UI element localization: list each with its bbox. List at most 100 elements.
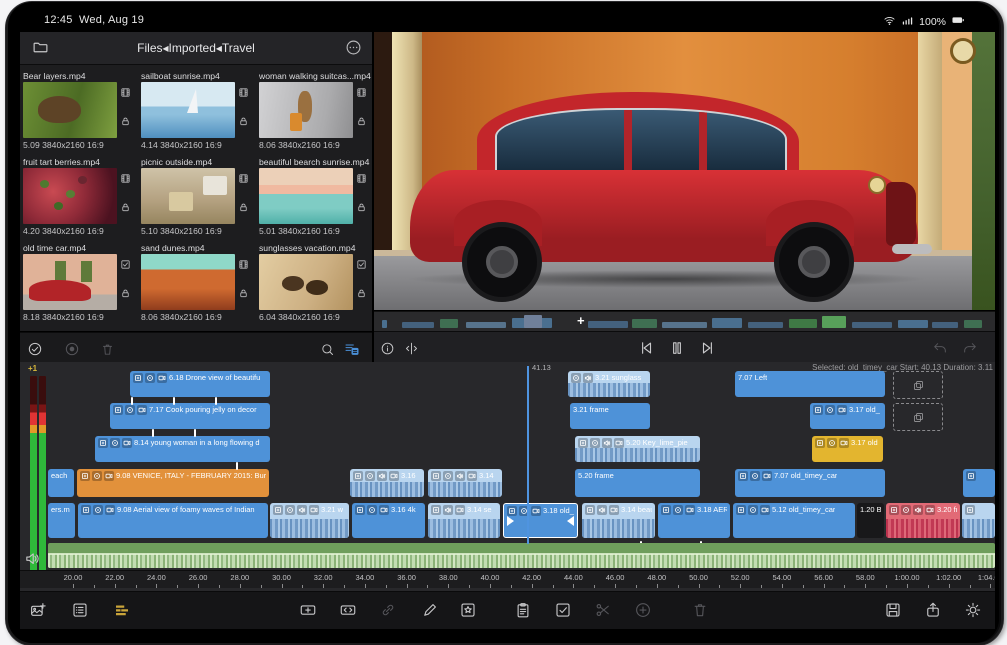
insert-clip-button[interactable] (298, 600, 318, 620)
timeline-clip[interactable]: 1.20 Bla (857, 503, 884, 538)
timeline-ruler[interactable]: 20.0022.0024.0026.0028.0030.0032.0034.00… (20, 570, 995, 588)
library-item[interactable]: Bear layers.mp45.09 3840x2160 16:9 (23, 70, 136, 151)
library-item[interactable]: sailboat sunrise.mp44.14 3840x2160 16:9 (141, 70, 254, 151)
trim-handle-right[interactable] (567, 516, 574, 526)
timeline-clip[interactable]: 3.21 sunglass (568, 371, 650, 397)
ruler-minor-tick (928, 585, 929, 588)
timeline-clip[interactable]: 3.21 frame (570, 403, 650, 429)
multi-select-button[interactable] (25, 339, 45, 359)
timeline-clip[interactable]: 3.17 old (812, 436, 883, 462)
fit-icon (578, 438, 588, 448)
delete-clip-button (690, 600, 710, 620)
timeline-clip[interactable]: 3.14 beauti (582, 503, 655, 538)
audio-track[interactable] (48, 543, 995, 568)
skip-to-end-button[interactable] (698, 338, 718, 358)
clip-info-button[interactable] (377, 338, 397, 358)
library-item[interactable]: sand dunes.mp48.06 3840x2160 16:9 (141, 242, 254, 323)
timeline-clip[interactable]: 6.18 Drone view of beautifu (130, 371, 270, 397)
timeline-clip[interactable]: 5.12 old_timey_car (733, 503, 855, 538)
clip-thumbnail[interactable] (259, 254, 353, 310)
library-item[interactable]: old time car.mp48.18 3840x2160 16:9 (23, 242, 136, 323)
more-options-icon[interactable] (345, 39, 362, 61)
timeline-layout-button[interactable] (112, 600, 132, 620)
preview-column-right (918, 32, 942, 258)
settings-button[interactable] (963, 600, 983, 620)
timeline-clip[interactable]: 3.16 4k (352, 503, 425, 538)
timeline-clip[interactable]: each (48, 469, 74, 497)
timeline-clip[interactable]: 5.20 frame (575, 469, 700, 497)
timeline-clip[interactable]: 7.07 old_timey_car (735, 469, 885, 497)
library-breadcrumb[interactable]: Files◂Imported◂Travel (20, 41, 372, 55)
timeline-clip[interactable]: 3.20 fr (886, 503, 960, 538)
timeline-clip[interactable]: 9.08 VENICE, ITALY - FEBRUARY 2015: Bur (77, 469, 269, 497)
clip-thumbnail[interactable] (23, 254, 117, 310)
trim-handle-left[interactable] (507, 516, 514, 526)
cam-icon (467, 471, 477, 481)
clip-label: 3.14 (479, 471, 494, 480)
timeline-clip[interactable]: ers.m (48, 503, 75, 538)
preview-scrubber[interactable]: + (374, 311, 995, 331)
select-clips-button[interactable] (553, 600, 573, 620)
wheel-icon (110, 438, 120, 448)
cam-icon (105, 505, 115, 515)
timeline-clip[interactable]: 3.18 AER (658, 503, 730, 538)
timeline-clip[interactable] (963, 469, 995, 497)
project-manager-button[interactable] (70, 600, 90, 620)
library-item[interactable]: beautiful bearch sunrise.mp45.01 3840x21… (259, 156, 372, 237)
sort-button[interactable] (342, 339, 362, 359)
effects-button[interactable] (458, 600, 478, 620)
timeline-clip[interactable]: 3.17 old_ (810, 403, 885, 429)
clip-thumbnail[interactable] (23, 82, 117, 138)
timeline-clip[interactable]: 7.07 Left (735, 371, 885, 397)
trim-mode-button[interactable] (401, 338, 421, 358)
clip-thumbnail[interactable] (23, 168, 117, 224)
clip-thumbnail[interactable] (259, 82, 353, 138)
skip-to-start-button[interactable] (636, 338, 656, 358)
save-project-button[interactable] (883, 600, 903, 620)
playhead-time-label: 41.13 (532, 363, 551, 372)
timeline-clip[interactable]: 9.08 Aerial view of foamy waves of India… (78, 503, 268, 538)
ruler-label: 1:04.00 (978, 573, 995, 582)
ruler-tick (532, 584, 533, 588)
transition-button[interactable] (338, 600, 358, 620)
bottom-toolbar (20, 591, 995, 629)
edit-tool-button[interactable] (420, 600, 440, 620)
library-item[interactable]: sunglasses vacation.mp46.04 3840x2160 16… (259, 242, 372, 323)
library-item[interactable]: fruit tart berries.mp44.20 3840x2160 16:… (23, 156, 136, 237)
ruler-minor-tick (261, 585, 262, 588)
clip-metadata: 5.09 3840x2160 16:9 (23, 138, 136, 151)
library-item[interactable]: picnic outside.mp45.10 3840x2160 16:9 (141, 156, 254, 237)
share-export-button[interactable] (923, 600, 943, 620)
timeline-clip[interactable]: 8.14 young woman in a long flowing d (95, 436, 270, 462)
clip-badges (235, 168, 252, 224)
film-clip-icon (356, 85, 367, 103)
ruler-minor-tick (386, 585, 387, 588)
pause-button[interactable] (667, 338, 687, 358)
timeline-clip[interactable]: 7.17 Cook pouring jelly on decor (110, 403, 270, 429)
scrubber-playhead-marker[interactable]: + (577, 313, 585, 328)
paste-attributes-button[interactable] (513, 600, 533, 620)
cam-icon (925, 505, 935, 515)
timeline-clip[interactable]: 3.16 (350, 469, 424, 497)
timeline-clip[interactable]: 3.21 w (270, 503, 349, 538)
import-media-button[interactable] (28, 600, 48, 620)
timeline-playhead[interactable] (527, 366, 529, 544)
timeline-clip[interactable]: 5.20 Key_lime_pie (575, 436, 700, 462)
clip-thumbnail[interactable] (141, 254, 235, 310)
clip-thumbnail[interactable] (259, 168, 353, 224)
cam-icon (837, 405, 847, 415)
search-button[interactable] (317, 339, 337, 359)
timeline-clip[interactable] (962, 503, 995, 538)
timeline-mute-icon[interactable] (24, 550, 41, 572)
clip-thumbnail[interactable] (141, 168, 235, 224)
clip-placeholder[interactable] (893, 403, 943, 431)
status-bar: 12:45 Wed, Aug 19 100% (20, 10, 995, 32)
timeline-clip[interactable]: 3.18 old_ (503, 503, 578, 538)
clip-placeholder[interactable] (893, 371, 943, 399)
library-item[interactable]: woman walking suitcas...mp48.06 3840x216… (259, 70, 372, 151)
timeline-clip[interactable]: 3.14 se (428, 503, 500, 538)
timeline-clip[interactable]: 3.14 (428, 469, 502, 497)
video-preview[interactable] (374, 32, 995, 310)
clip-thumbnail[interactable] (141, 82, 235, 138)
film-clip-icon (238, 85, 249, 103)
